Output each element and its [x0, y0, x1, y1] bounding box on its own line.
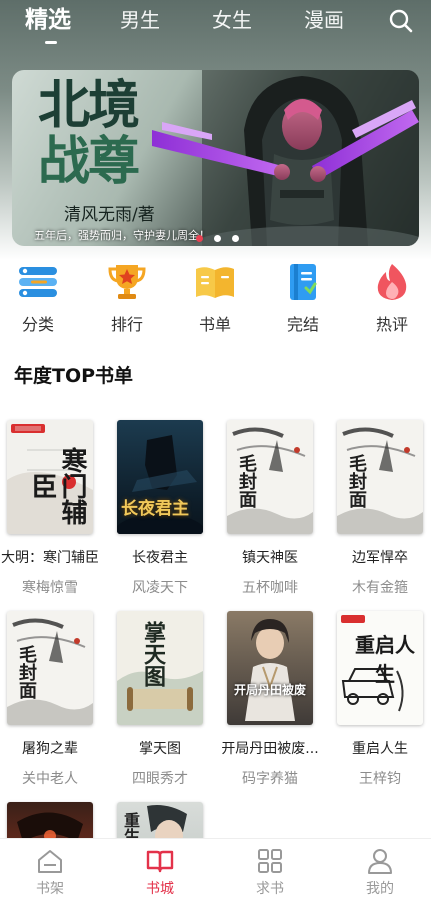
bottom-navigation: 书架 书城 求书 我的	[0, 838, 431, 897]
book-card[interactable]: 毛封面 镇天神医 五杯咖啡	[218, 420, 322, 597]
cover-title: 毛封面	[16, 645, 37, 699]
bookshelf-icon	[38, 850, 62, 873]
book-author: 风凌天下	[132, 580, 188, 596]
book-cover[interactable]: 重启人生	[337, 611, 423, 725]
book-author: 五杯咖啡	[242, 580, 298, 596]
book-card[interactable]: 寒门辅臣 大明：寒门辅臣 寒梅惊雪	[0, 420, 102, 597]
active-tab-indicator	[45, 41, 57, 44]
grid-icon	[258, 849, 282, 873]
category-booklist[interactable]: 书单	[185, 262, 245, 335]
book-cover[interactable]: 开局丹田被废	[227, 611, 313, 725]
book-cover[interactable]: 寒门辅臣	[7, 420, 93, 534]
book-author: 王梓钧	[359, 771, 401, 787]
nav-label: 书架	[36, 881, 64, 897]
category-label: 排行	[110, 315, 143, 334]
banner-pagination	[196, 227, 250, 242]
book-card[interactable]: 重启人生 重启人生 王梓钧	[328, 611, 431, 788]
banner-dot[interactable]	[214, 235, 221, 242]
book-title: 开局丹田被废...	[221, 741, 319, 757]
section-title: 年度TOP书单	[14, 365, 134, 387]
cover-title: 毛封面	[236, 454, 257, 508]
nav-label: 我的	[366, 881, 394, 897]
tab-comics[interactable]: 漫画	[304, 6, 344, 34]
flame-icon	[377, 264, 407, 300]
book-cover[interactable]: 长夜君主	[117, 420, 203, 534]
book-author: 码字养猫	[242, 771, 298, 787]
category-label: 热评	[375, 315, 408, 334]
promo-banner[interactable]: 北境 战尊 清风无雨/著 五年后，强势而归，守护妻儿周全！	[12, 70, 419, 246]
tab-male[interactable]: 男生	[120, 6, 160, 34]
top-tab-bar: 精选 男生 女生 漫画	[0, 0, 431, 48]
book-title: 镇天神医	[242, 550, 298, 566]
cover-title: 寒门辅臣	[27, 447, 87, 525]
category-label: 分类	[21, 315, 54, 334]
book-cover[interactable]: 毛封面	[7, 611, 93, 725]
header-background: 精选 男生 女生 漫画 北境 战尊 清风无雨/著 五年后，强势而归，守护妻儿周全…	[0, 0, 431, 260]
banner-description: 五年后，强势而归，守护妻儿周全！	[34, 229, 210, 242]
category-label: 完结	[286, 315, 319, 334]
book-card[interactable]: 长夜君主 长夜君主 风凌天下	[108, 420, 212, 597]
book-cover[interactable]: 毛封面	[227, 420, 313, 534]
book-title: 重启人生	[352, 741, 408, 757]
category-completed[interactable]: 完结	[273, 262, 333, 335]
nav-request-book[interactable]: 求书	[240, 847, 300, 897]
cover-title: 掌天图	[140, 621, 166, 687]
open-book-icon	[146, 850, 174, 873]
cover-illustration	[245, 619, 295, 721]
banner-dot[interactable]	[232, 235, 239, 242]
book-author: 四眼秀才	[132, 771, 188, 787]
book-author: 关中老人	[22, 771, 78, 787]
category-ranking[interactable]: 排行	[97, 262, 157, 335]
book-card[interactable]: 开局丹田被废 开局丹田被废... 码字养猫	[218, 611, 322, 788]
nav-bookstore[interactable]: 书城	[130, 847, 190, 897]
category-hot-reviews[interactable]: 热评	[362, 262, 422, 335]
book-author: 木有金箍	[352, 580, 408, 596]
banner-title: 北境 战尊	[38, 78, 198, 190]
banner-author: 清风无雨/著	[64, 205, 155, 225]
nav-bookshelf[interactable]: 书架	[20, 847, 80, 897]
bookmark-icon	[290, 264, 317, 300]
nav-label: 求书	[256, 881, 284, 897]
nav-profile[interactable]: 我的	[350, 847, 410, 897]
category-classify[interactable]: 分类	[8, 262, 68, 335]
book-icon	[196, 267, 234, 298]
banner-title-line2: 战尊	[38, 131, 140, 192]
user-icon	[368, 849, 392, 874]
banner-title-line1: 北境	[38, 75, 140, 136]
banner-dot-active[interactable]	[196, 235, 203, 242]
cover-title: 开局丹田被废	[233, 683, 306, 697]
book-title: 屠狗之辈	[22, 741, 78, 757]
book-card[interactable]: 掌天图 掌天图 四眼秀才	[108, 611, 212, 788]
tab-female[interactable]: 女生	[212, 6, 252, 34]
book-card[interactable]: 毛封面 屠狗之辈 关中老人	[0, 611, 102, 788]
book-title: 掌天图	[139, 741, 181, 757]
nav-label: 书城	[146, 881, 174, 897]
cover-title: 毛封面	[346, 454, 367, 508]
book-title: 长夜君主	[132, 550, 188, 566]
trophy-icon	[108, 265, 146, 299]
book-cover[interactable]: 毛封面	[337, 420, 423, 534]
book-card[interactable]: 毛封面 边军悍卒 木有金箍	[328, 420, 431, 597]
book-title: 大明：寒门辅臣	[1, 550, 99, 566]
cover-title: 重启人生	[355, 633, 415, 686]
search-icon[interactable]	[388, 8, 414, 34]
category-label: 书单	[198, 315, 231, 334]
book-cover[interactable]: 掌天图	[117, 611, 203, 725]
book-title: 边军悍卒	[352, 550, 408, 566]
tab-featured[interactable]: 精选	[25, 6, 71, 34]
list-icon	[19, 267, 57, 297]
cover-title: 长夜君主	[121, 499, 189, 519]
book-author: 寒梅惊雪	[22, 580, 78, 596]
